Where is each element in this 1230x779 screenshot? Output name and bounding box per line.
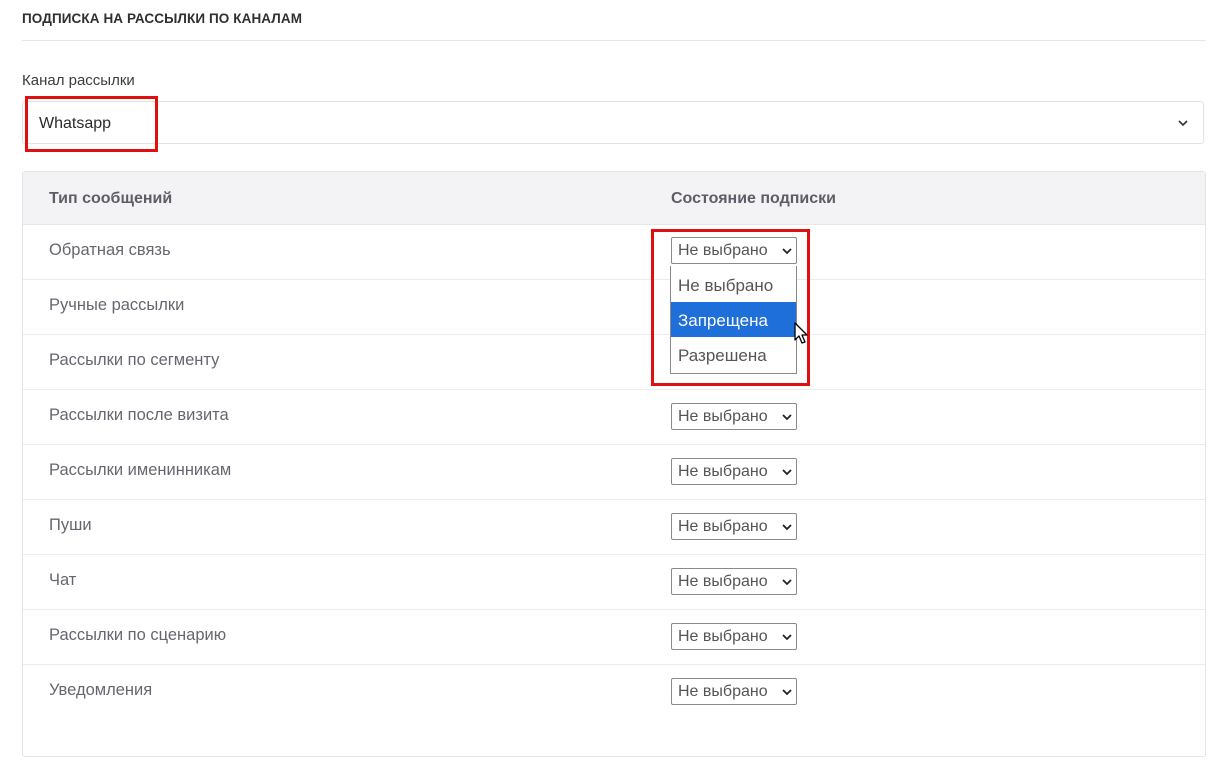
table-row: Рассылки по сегменту [23,335,1205,390]
channel-label: Канал рассылки [22,72,135,89]
row-label: Рассылки по сегменту [49,351,220,369]
chevron-down-icon [1178,120,1188,127]
table-row: Уведомления Не выбрано [23,665,1205,720]
chevron-down-icon [782,469,792,476]
table-row: Рассылки после визита Не выбрано [23,390,1205,445]
subscription-select[interactable]: Не выбрано [671,458,797,485]
table-row: Рассылки именинникам Не выбрано [23,445,1205,500]
dropdown-option[interactable]: Не выбрано [671,267,796,302]
row-label: Рассылки именинникам [49,461,232,479]
subscription-select-value: Не выбрано [678,628,768,645]
dropdown-option[interactable]: Разрешена [671,337,796,372]
subscription-select[interactable]: Не выбрано [671,403,797,430]
subscription-select-value: Не выбрано [678,518,768,535]
channel-select-value: Whatsapp [39,115,112,132]
chevron-down-icon [782,579,792,586]
table-row: Обратная связь Не выбрано [23,225,1205,280]
subscription-select[interactable]: Не выбрано [671,623,797,650]
row-label: Рассылки после визита [49,406,229,424]
subscription-select[interactable]: Не выбрано [671,568,797,595]
table-header: Тип сообщений Состояние подписки [23,172,1205,225]
row-label: Уведомления [49,681,153,699]
section-title: ПОДПИСКА НА РАССЫЛКИ ПО КАНАЛАМ [22,11,303,26]
chevron-down-icon [782,689,792,696]
subscription-select-value: Не выбрано [678,242,768,259]
mouse-cursor-icon [794,322,808,344]
chevron-down-icon [782,414,792,421]
subscription-select-value: Не выбрано [678,408,768,425]
row-label: Пуши [49,516,92,534]
channel-select[interactable]: Whatsapp [22,101,1204,144]
subscription-select-value: Не выбрано [678,683,768,700]
row-label: Рассылки по сценарию [49,626,227,644]
chevron-down-icon [782,634,792,641]
header-message-type: Тип сообщений [49,190,173,207]
chevron-down-icon [782,524,792,531]
row-label: Обратная связь [49,241,171,259]
table-row: Ручные рассылки [23,280,1205,335]
subscription-select-value: Не выбрано [678,573,768,590]
subscription-select[interactable]: Не выбрано [671,237,797,264]
chevron-down-icon [782,248,792,255]
table-row: Пуши Не выбрано [23,500,1205,555]
dropdown-option-selected[interactable]: Запрещена [671,302,796,337]
table-row: Рассылки по сценарию Не выбрано [23,610,1205,665]
subscription-select[interactable]: Не выбрано [671,678,797,705]
subscription-select-value: Не выбрано [678,463,768,480]
divider [22,40,1206,41]
subscription-select[interactable]: Не выбрано [671,513,797,540]
subscription-dropdown-list: Не выбрано Запрещена Разрешена [670,266,797,374]
row-label: Чат [49,571,77,589]
table-row: Чат Не выбрано [23,555,1205,610]
row-label: Ручные рассылки [49,296,185,314]
subscription-table: Тип сообщений Состояние подписки Обратна… [22,171,1206,757]
header-subscription-state: Состояние подписки [671,190,837,207]
